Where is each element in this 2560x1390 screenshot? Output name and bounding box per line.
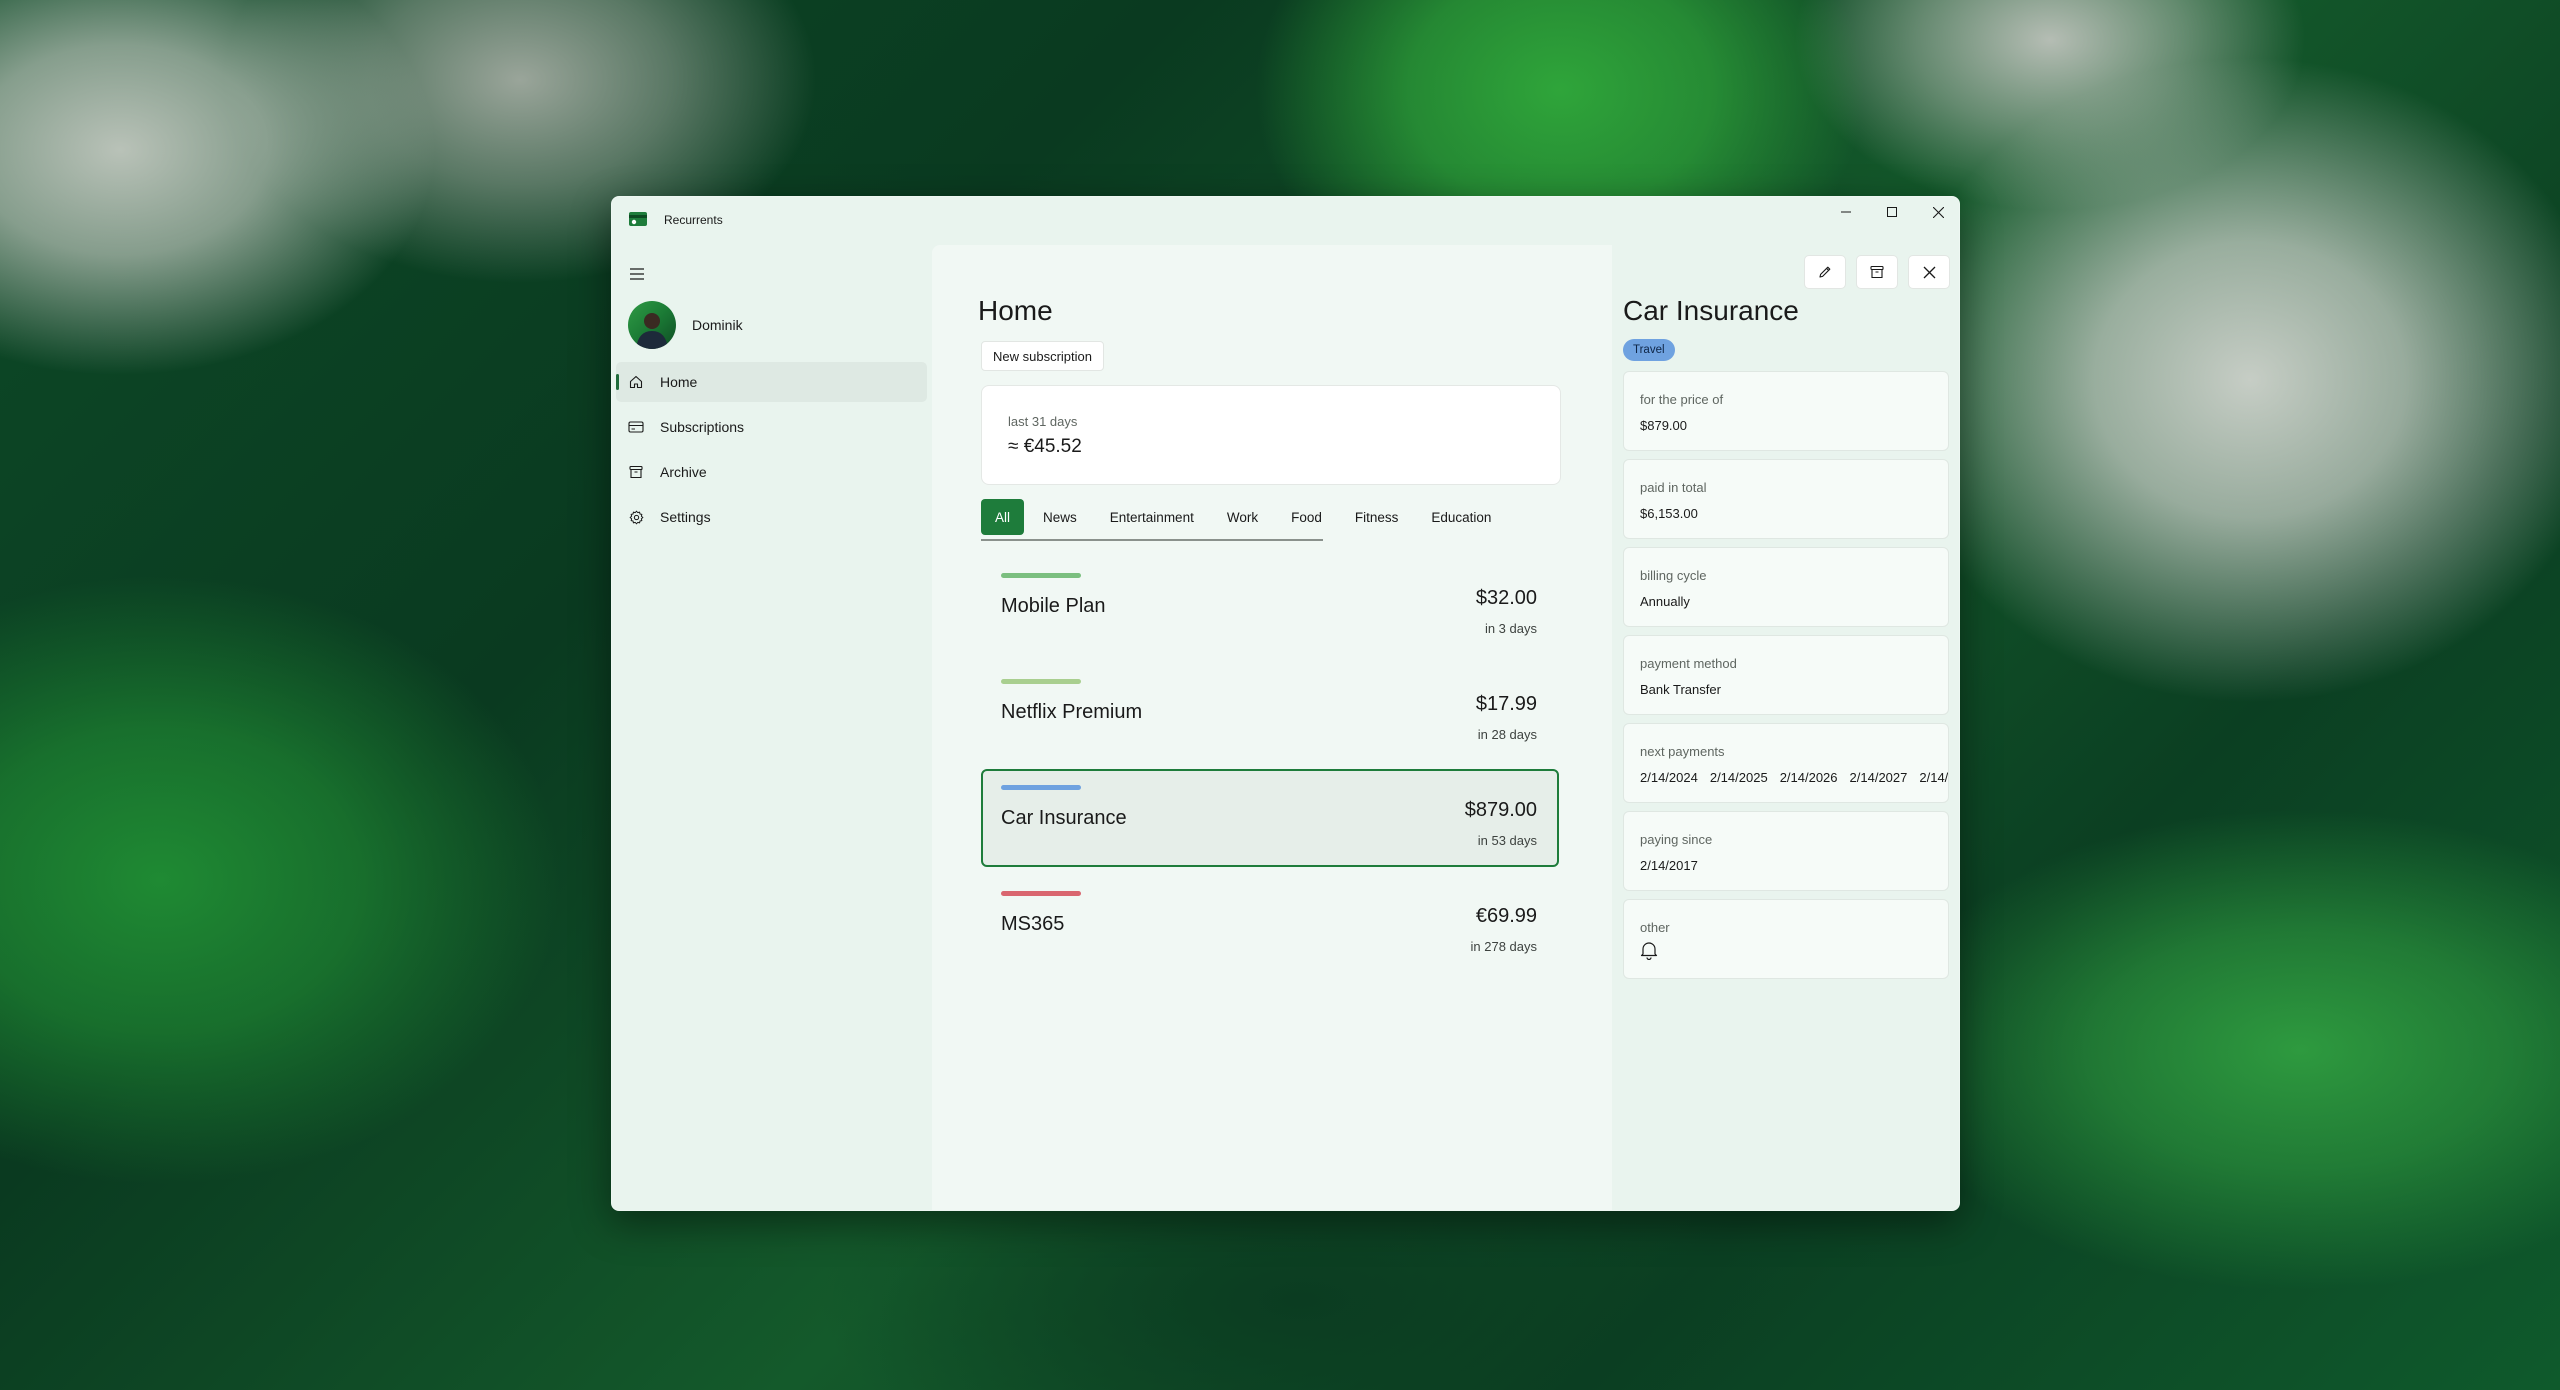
close-icon bbox=[1932, 206, 1944, 218]
payment-date: 2/14/2028 bbox=[1919, 770, 1949, 785]
subscription-item-netflix-premium[interactable]: Netflix Premium $17.99 in 28 days bbox=[981, 663, 1559, 761]
category-tag: Travel bbox=[1623, 339, 1675, 361]
subscription-price: €69.99 bbox=[1475, 905, 1537, 927]
hamburger-icon bbox=[630, 268, 644, 280]
tab-all[interactable]: All bbox=[981, 499, 1025, 535]
close-detail-button[interactable] bbox=[1908, 255, 1950, 289]
info-label: paying since bbox=[1640, 832, 1713, 847]
payment-date: 2/14/2026 bbox=[1779, 770, 1838, 785]
subscription-name: MS365 bbox=[1001, 913, 1065, 935]
payment-method-card: payment method Bank Transfer bbox=[1623, 635, 1949, 715]
subscription-due: in 53 days bbox=[1477, 833, 1537, 848]
tabs-scroll-indicator[interactable] bbox=[981, 539, 1323, 541]
subscription-due: in 278 days bbox=[1470, 939, 1538, 954]
archive-button[interactable] bbox=[1856, 255, 1898, 289]
next-payments-list: 2/14/2024 2/14/2025 2/14/2026 2/14/2027 … bbox=[1640, 770, 1949, 785]
avatar bbox=[628, 301, 676, 349]
tab-news[interactable]: News bbox=[1029, 499, 1091, 535]
payment-date: 2/14/2027 bbox=[1849, 770, 1908, 785]
close-icon bbox=[1923, 266, 1935, 278]
app-window: Recurrents Dominik Home Subscriptions Ar… bbox=[611, 196, 1960, 1211]
user-profile[interactable]: Dominik bbox=[628, 301, 743, 349]
archive-icon bbox=[628, 464, 644, 480]
title-bar: Recurrents bbox=[612, 197, 1959, 245]
tab-fitness[interactable]: Fitness bbox=[1341, 499, 1413, 535]
info-label: other bbox=[1640, 920, 1670, 935]
archive-icon bbox=[1870, 265, 1884, 279]
spending-summary-card: last 31 days ≈ €45.52 bbox=[981, 385, 1561, 485]
info-value: 2/14/2017 bbox=[1640, 858, 1698, 873]
info-label: payment method bbox=[1640, 656, 1737, 671]
menu-toggle-button[interactable] bbox=[622, 259, 652, 289]
info-value: $879.00 bbox=[1640, 418, 1687, 433]
app-logo-icon bbox=[629, 212, 647, 226]
page-title: Home bbox=[978, 295, 1053, 326]
edit-icon bbox=[1819, 266, 1831, 278]
info-label: billing cycle bbox=[1640, 568, 1707, 583]
subscription-price: $879.00 bbox=[1464, 799, 1537, 821]
tab-education[interactable]: Education bbox=[1417, 499, 1505, 535]
sidebar-item-subscriptions[interactable]: Subscriptions bbox=[616, 407, 927, 447]
subscription-list: Mobile Plan $32.00 in 3 days Netflix Pre… bbox=[981, 557, 1561, 981]
sidebar-nav: Home Subscriptions Archive Settings bbox=[616, 362, 927, 542]
sidebar-item-label: Archive bbox=[660, 464, 707, 480]
minimize-button[interactable] bbox=[1823, 197, 1869, 227]
sidebar-item-archive[interactable]: Archive bbox=[616, 452, 927, 492]
sidebar-item-label: Subscriptions bbox=[660, 419, 745, 435]
payment-date: 2/14/2024 bbox=[1640, 770, 1698, 785]
subscription-due: in 3 days bbox=[1484, 621, 1537, 636]
home-icon bbox=[628, 374, 644, 390]
info-value: Annually bbox=[1640, 594, 1690, 609]
summary-value: ≈ €45.52 bbox=[1008, 436, 1082, 457]
subscription-name: Netflix Premium bbox=[1001, 701, 1143, 723]
info-value: $6,153.00 bbox=[1640, 506, 1698, 521]
sidebar-item-settings[interactable]: Settings bbox=[616, 497, 927, 537]
edit-button[interactable] bbox=[1804, 255, 1846, 289]
price-card: for the price of $879.00 bbox=[1623, 371, 1949, 451]
tab-food[interactable]: Food bbox=[1277, 499, 1336, 535]
sidebar-item-label: Home bbox=[660, 374, 698, 390]
sidebar-item-label: Settings bbox=[660, 509, 711, 525]
subscription-item-ms365[interactable]: MS365 €69.99 in 278 days bbox=[981, 875, 1559, 973]
new-subscription-button[interactable]: New subscription bbox=[981, 341, 1104, 371]
close-window-button[interactable] bbox=[1915, 197, 1959, 227]
tab-work[interactable]: Work bbox=[1213, 499, 1272, 535]
summary-label: last 31 days bbox=[1008, 414, 1078, 429]
main-content: Home New subscription last 31 days ≈ €45… bbox=[932, 245, 1612, 1210]
subscription-item-mobile-plan[interactable]: Mobile Plan $32.00 in 3 days bbox=[981, 557, 1559, 655]
detail-title: Car Insurance bbox=[1623, 295, 1799, 326]
next-payments-card[interactable]: next payments 2/14/2024 2/14/2025 2/14/2… bbox=[1623, 723, 1949, 803]
tab-entertainment[interactable]: Entertainment bbox=[1096, 499, 1208, 535]
maximize-button[interactable] bbox=[1869, 197, 1915, 227]
subscription-item-car-insurance[interactable]: Car Insurance $879.00 in 53 days bbox=[981, 769, 1559, 867]
subscription-name: Mobile Plan bbox=[1001, 595, 1106, 617]
info-label: for the price of bbox=[1640, 392, 1724, 407]
maximize-icon bbox=[1887, 207, 1897, 217]
payment-date: 2/14/2025 bbox=[1709, 770, 1768, 785]
detail-pane: Car Insurance Travel for the price of $8… bbox=[1612, 245, 1959, 1210]
bell-icon[interactable] bbox=[1640, 940, 1658, 960]
category-color-bar bbox=[1001, 785, 1081, 790]
category-tabs: All News Entertainment Work Food Fitness… bbox=[981, 499, 1510, 535]
paid-total-card: paid in total $6,153.00 bbox=[1623, 459, 1949, 539]
info-label: next payments bbox=[1640, 744, 1725, 759]
category-color-bar bbox=[1001, 573, 1081, 578]
sidebar-item-home[interactable]: Home bbox=[616, 362, 927, 402]
user-name: Dominik bbox=[692, 317, 743, 333]
info-value: Bank Transfer bbox=[1640, 682, 1721, 697]
other-card: other bbox=[1623, 899, 1949, 979]
subscription-due: in 28 days bbox=[1477, 727, 1537, 742]
category-color-bar bbox=[1001, 679, 1081, 684]
subscription-name: Car Insurance bbox=[1001, 807, 1127, 829]
subscription-price: $17.99 bbox=[1475, 693, 1537, 715]
billing-cycle-card: billing cycle Annually bbox=[1623, 547, 1949, 627]
window-title: Recurrents bbox=[664, 213, 723, 227]
minimize-icon bbox=[1841, 211, 1851, 213]
paying-since-card: paying since 2/14/2017 bbox=[1623, 811, 1949, 891]
info-label: paid in total bbox=[1640, 480, 1707, 495]
subscription-price: $32.00 bbox=[1475, 587, 1537, 609]
subscriptions-icon bbox=[628, 419, 644, 435]
gear-icon bbox=[628, 509, 644, 525]
category-color-bar bbox=[1001, 891, 1081, 896]
